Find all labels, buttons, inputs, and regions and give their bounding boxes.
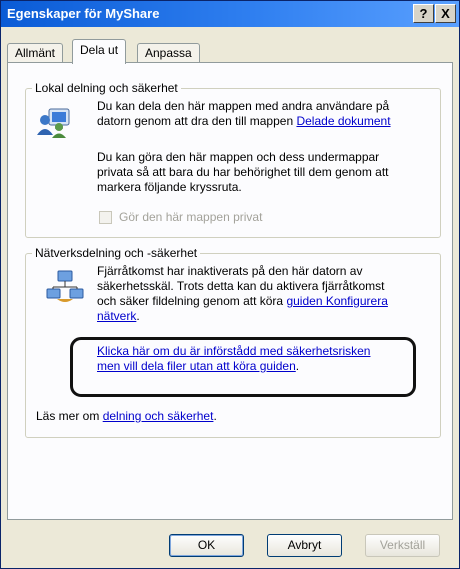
- local-para2-line3: markera följande kryssruta.: [97, 180, 242, 194]
- title-bar[interactable]: Egenskaper för MyShare ? X: [1, 1, 459, 27]
- network-wizard-link-cont[interactable]: nätverk: [97, 309, 136, 323]
- private-folder-label[interactable]: Gör den här mappen privat: [119, 210, 262, 225]
- local-para2-line2: privata så att bara du har behörighet ti…: [97, 165, 389, 179]
- network-text-line3: och säker fildelning genom att köra guid…: [97, 294, 388, 309]
- learn-more-link[interactable]: delning och säkerhet: [103, 409, 214, 423]
- cancel-button[interactable]: Avbryt: [267, 534, 342, 557]
- computer-users-icon: [37, 108, 70, 138]
- network-text-line2: säkerhetsskäl. Trots detta kan du aktive…: [97, 279, 385, 293]
- local-text-line2: datorn genom att dra den till mappen Del…: [97, 114, 391, 129]
- share-without-wizard-link[interactable]: Klicka här om du är införstådd med säker…: [97, 344, 370, 358]
- local-sharing-legend: Lokal delning och säkerhet: [32, 81, 181, 95]
- learn-more-suffix: .: [213, 409, 217, 423]
- network-sharing-legend: Nätverksdelning och -säkerhet: [32, 246, 201, 260]
- window-title: Egenskaper för MyShare: [7, 6, 160, 21]
- network-text-line4: nätverk.: [97, 309, 140, 324]
- network-share-icon: [46, 270, 84, 302]
- learn-more-prefix: Läs mer om: [36, 409, 103, 423]
- local-para2-line1: Du kan göra den här mappen och dess unde…: [97, 150, 380, 164]
- risk-link-line2: men vill dela filer utan att köra guiden…: [97, 359, 299, 374]
- learn-more-text: Läs mer om delning och säkerhet.: [36, 409, 217, 424]
- shared-documents-link[interactable]: Delade dokument: [296, 114, 390, 128]
- close-button[interactable]: X: [435, 4, 456, 23]
- tab-customize[interactable]: Anpassa: [137, 43, 200, 63]
- help-button[interactable]: ?: [413, 4, 434, 23]
- local-text-line2-prefix: datorn genom att dra den till mappen: [97, 114, 297, 128]
- apply-button[interactable]: Verkställ: [365, 534, 440, 557]
- private-folder-checkbox[interactable]: [99, 211, 112, 224]
- tab-sharing[interactable]: Dela ut: [72, 39, 127, 64]
- network-text-line4-suffix: .: [136, 309, 140, 323]
- tab-general[interactable]: Allmänt: [7, 43, 64, 63]
- risk-link-suffix: .: [295, 359, 300, 373]
- network-text-line1: Fjärråtkomst har inaktiverats på den här…: [97, 264, 363, 278]
- local-text-line1: Du kan dela den här mappen med andra anv…: [97, 99, 390, 113]
- risk-link-line1: Klicka här om du är införstådd med säker…: [97, 344, 370, 359]
- share-without-wizard-link-cont[interactable]: men vill dela filer utan att köra guiden: [97, 359, 296, 373]
- network-wizard-link[interactable]: guiden Konfigurera: [286, 294, 387, 308]
- properties-dialog: Egenskaper för MyShare ? X Allmänt Dela …: [0, 0, 460, 569]
- network-text-line3-prefix: och säker fildelning genom att köra: [97, 294, 287, 308]
- ok-button[interactable]: OK: [169, 534, 244, 557]
